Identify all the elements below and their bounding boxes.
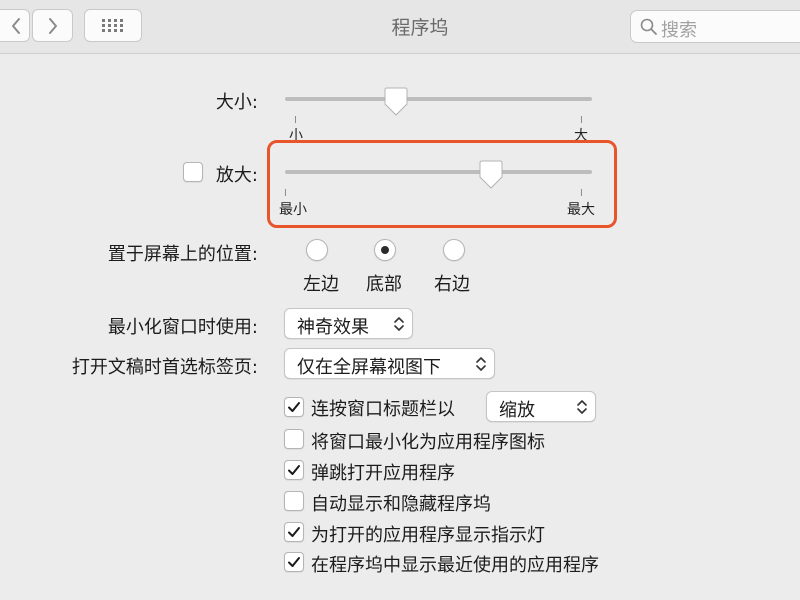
prefer-tabs-select[interactable]: 仅在全屏幕视图下 [284,348,495,379]
updown-chevron-icon [394,317,404,331]
size-max-tick [581,116,582,123]
search-icon [640,18,657,35]
magnification-min-label: 最小 [279,202,307,218]
highlight-annotation [267,140,617,228]
magnification-max-label: 最大 [567,202,595,218]
animate-opening-label: 弹跳打开应用程序 [311,463,455,484]
double-click-action-select[interactable]: 缩放 [486,391,596,422]
checkmark-icon [288,557,300,567]
double-click-action-value: 缩放 [499,400,535,421]
position-right-radio[interactable] [443,239,465,261]
minimize-into-icon-checkbox[interactable] [284,429,304,449]
double-click-label: 连按窗口标题栏以 [311,399,455,420]
toolbar: 程序坞 搜索 [0,0,800,54]
autohide-dock-label: 自动显示和隐藏程序坞 [311,494,491,515]
size-slider-thumb[interactable] [384,87,408,117]
checkmark-icon [288,527,300,537]
magnification-label: 放大: [215,165,258,186]
show-recent-apps-checkbox[interactable] [284,552,304,572]
show-indicators-label: 为打开的应用程序显示指示灯 [311,525,545,546]
search-field[interactable]: 搜索 [630,10,800,43]
position-left-label: 左边 [303,274,339,295]
size-slider-track[interactable] [285,97,592,101]
magnification-max-tick [581,189,582,196]
show-indicators-checkbox[interactable] [284,522,304,542]
position-bottom-radio[interactable] [374,239,396,261]
minimize-effect-value: 神奇效果 [297,317,369,338]
minimize-label: 最小化窗口时使用: [107,317,258,338]
search-placeholder: 搜索 [661,20,697,41]
minimize-into-icon-label: 将窗口最小化为应用程序图标 [311,432,545,453]
minimize-effect-select[interactable]: 神奇效果 [284,308,413,339]
prefer-tabs-value: 仅在全屏幕视图下 [297,357,441,378]
autohide-dock-checkbox[interactable] [284,491,304,511]
size-label: 大小: [215,92,258,113]
prefer-tabs-label: 打开文稿时首选标签页: [71,357,258,378]
position-right-label: 右边 [434,274,470,295]
magnification-checkbox[interactable] [183,162,203,182]
checkmark-icon [288,465,300,475]
show-recent-apps-label: 在程序坞中显示最近使用的应用程序 [311,555,599,576]
updown-chevron-icon [476,357,486,371]
magnification-slider-track[interactable] [285,170,592,174]
updown-chevron-icon [577,400,587,414]
radio-selected-dot [381,246,389,254]
position-label: 置于屏幕上的位置: [107,244,258,265]
size-min-tick [295,116,296,123]
animate-opening-checkbox[interactable] [284,460,304,480]
position-left-radio[interactable] [306,239,328,261]
checkmark-icon [288,402,300,412]
position-bottom-label: 底部 [366,274,402,295]
magnification-min-tick [285,189,286,196]
double-click-checkbox[interactable] [284,397,304,417]
magnification-slider-thumb[interactable] [479,160,503,190]
